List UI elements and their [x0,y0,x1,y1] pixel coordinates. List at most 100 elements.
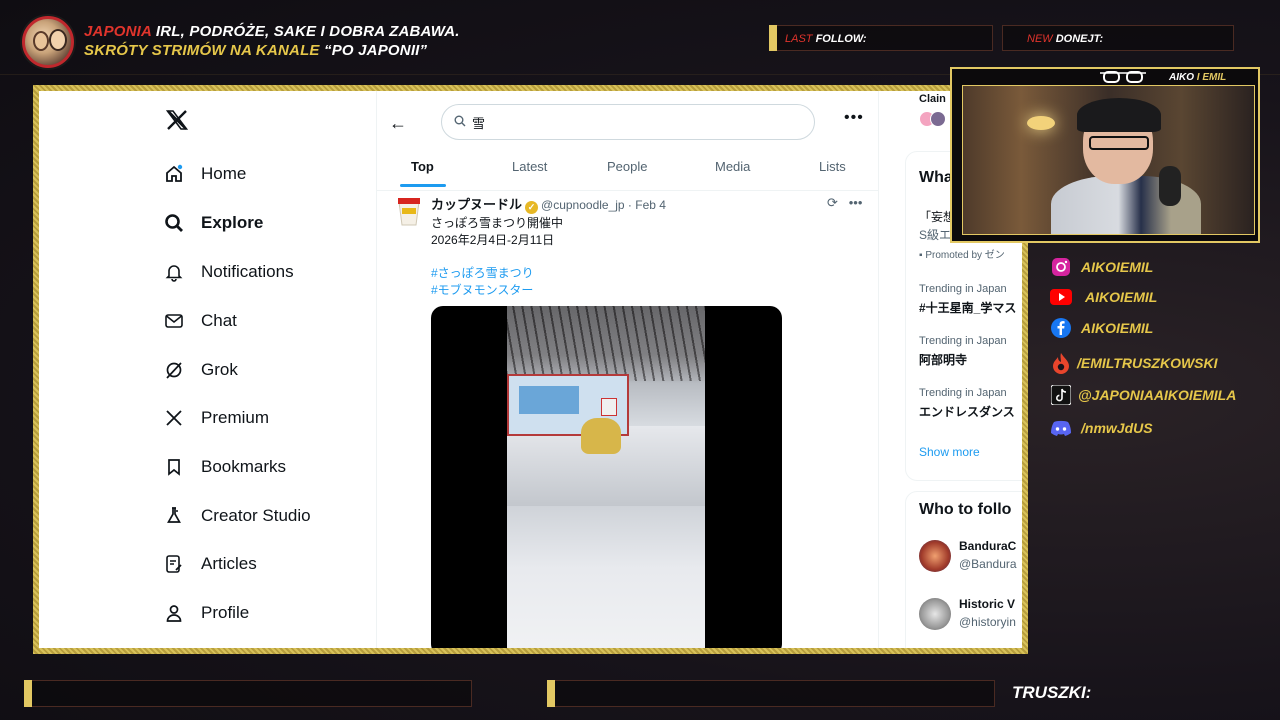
stream-overlay: JAPONIA IRL, PODRÓŻE, SAKE I DOBRA ZABAW… [0,0,1280,720]
channel-avatar [22,16,74,68]
social-tiktok: @JAPONIAAIKOIEMILA [1050,384,1236,406]
search-icon [163,212,185,234]
trend-item[interactable]: エンドレスダンス [919,403,1015,420]
follow-name[interactable]: Historic V [959,597,1015,611]
social-patronite: /EMILTRUSZKOWSKI [1050,352,1218,374]
home-icon [163,163,185,185]
sidebar-cut-text: Clain [919,93,946,105]
tab-media[interactable]: Media [715,159,750,174]
tab-top[interactable]: Top [411,159,434,174]
nav-label: Articles [201,554,257,573]
mail-icon [163,310,185,332]
x-page: Home Explore Notifications Chat Grok Pre… [39,91,1022,648]
nav-profile[interactable]: Profile [163,598,249,628]
follow-handle: @Bandura [959,557,1017,571]
show-more-link[interactable]: Show more [919,445,980,459]
nav-explore[interactable]: Explore [163,208,263,238]
bookmark-icon [163,456,185,478]
nav-label: Grok [201,360,238,379]
grok-icon[interactable]: ⟳ [827,195,838,210]
ticker-bar [547,680,995,707]
tweet-header: カップヌードル ✓ @cupnoodle_jp · Feb 4 [431,194,666,214]
tweet-video[interactable] [431,306,782,648]
divider [878,91,879,648]
nav-articles[interactable]: Articles [163,549,257,579]
trend-meta: Trending in Japan [919,387,1007,399]
avatars-icon [919,111,949,129]
last-follow-box: LAST FOLLOW: [769,25,993,51]
tweet-handle: @cupnoodle_jp · Feb 4 [541,198,666,212]
trend-item[interactable]: #十王星南_学マス [919,299,1016,316]
search-input[interactable]: 雪 [441,104,815,140]
more-options-icon[interactable]: ••• [844,109,864,127]
tweet-avatar[interactable] [396,196,422,226]
trend-item[interactable]: 阿部明寺 [919,351,967,368]
patronite-icon [1050,352,1072,374]
search-icon [454,115,466,130]
search-tabs: Top Latest People Media Lists [377,151,878,191]
discord-icon [1050,417,1072,439]
who-to-follow-title: Who to follo [919,501,1012,518]
hashtag-link[interactable]: #さっぽろ雪まつり [431,264,534,281]
nav-notifications[interactable]: Notifications [163,257,294,287]
nav-label: Premium [201,408,270,427]
hashtag-link[interactable]: #モブヌモンスター [431,281,533,298]
webcam-frame: AIKO I EMIL [950,67,1260,243]
webcam-label: AIKO I EMIL [1169,72,1227,83]
trend-meta: Trending in Japan [919,283,1007,295]
nav-label: Chat [201,311,237,330]
nav-label: Home [201,164,247,183]
instagram-icon [1050,256,1072,278]
tweet-text: さっぽろ雪まつり開催中 [431,216,564,230]
x-icon [163,407,185,429]
social-instagram: AIKOIEMIL [1050,256,1153,278]
more-options-icon[interactable]: ••• [849,195,863,210]
follow-name[interactable]: BanduraC [959,539,1016,553]
grok-icon [163,359,185,381]
webcam-feed [962,85,1255,235]
social-facebook: AIKOIEMIL [1050,317,1153,339]
tweet-actions: ⟳ ••• [827,195,862,211]
articles-icon [163,553,185,575]
avatar[interactable] [919,540,951,572]
verified-icon: ✓ [525,201,539,214]
supporters-label: TRUSZKI: [1012,683,1092,702]
nav-chat[interactable]: Chat [163,306,237,336]
nav-creator-studio[interactable]: Creator Studio [163,501,311,531]
channel-headline: JAPONIA IRL, PODRÓŻE, SAKE I DOBRA ZABAW… [84,23,460,59]
nav-label: Creator Studio [201,506,311,525]
tab-latest[interactable]: Latest [512,159,547,174]
ticker-bar [24,680,472,707]
follow-handle: @historyin [959,615,1016,629]
search-value: 雪 [472,115,486,131]
nav-label: Explore [201,213,264,232]
back-arrow-icon[interactable]: ← [389,113,407,134]
nav-label: Bookmarks [201,457,287,476]
tiktok-icon [1050,384,1072,406]
nav-premium[interactable]: Premium [163,403,269,433]
promo-subtitle: S級エ [919,228,952,242]
flask-icon [163,505,185,527]
bell-icon [163,261,185,283]
facebook-icon [1050,317,1072,339]
x-logo-icon[interactable] [165,108,189,132]
nav-home[interactable]: Home [163,159,246,189]
promoted-label: ▪ Promoted by ゼン [919,250,1005,261]
avatar[interactable] [919,598,951,630]
nav-bookmarks[interactable]: Bookmarks [163,452,286,482]
tweet-text: 2026年2月4日-2月11日 [431,233,555,247]
social-youtube: AIKOIEMIL [1050,286,1157,308]
person-icon [163,602,185,624]
tab-lists[interactable]: Lists [819,159,846,174]
glasses-icon [1100,71,1146,83]
browser-frame: Home Explore Notifications Chat Grok Pre… [33,85,1028,654]
youtube-icon [1050,286,1072,308]
tab-people[interactable]: People [607,159,647,174]
trend-meta: Trending in Japan [919,335,1007,347]
snow-festival-image [507,306,705,648]
nav-label: Notifications [201,262,294,281]
new-donate-box: NEW DONEJT: [1002,25,1234,51]
tweet-author[interactable]: カップヌードル [431,197,522,212]
nav-grok[interactable]: Grok [163,355,238,385]
active-tab-indicator [400,184,446,187]
